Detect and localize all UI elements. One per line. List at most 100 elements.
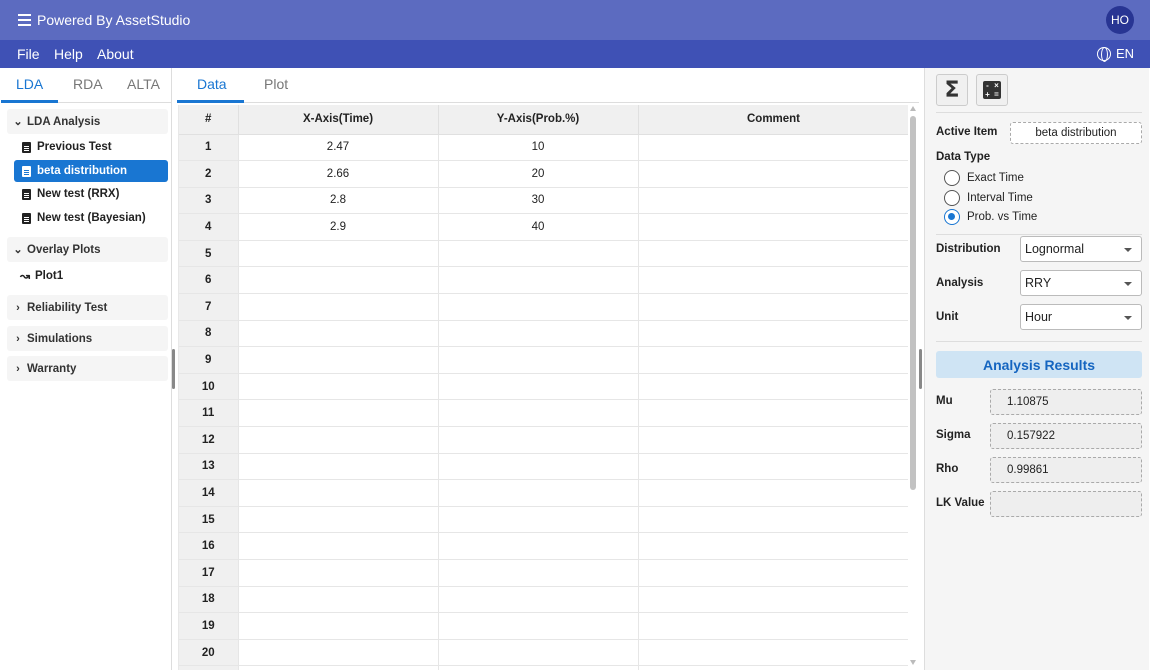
table-cell[interactable] (638, 293, 908, 321)
tree-item-beta-distribution[interactable]: beta distribution (14, 160, 168, 182)
table-cell[interactable] (438, 639, 639, 667)
table-cell[interactable] (438, 266, 639, 295)
table-cell[interactable] (638, 240, 908, 268)
table-cell[interactable]: 40 (438, 213, 639, 241)
scroll-down-icon[interactable] (910, 660, 916, 665)
table-cell[interactable] (238, 266, 439, 295)
right-splitter-handle[interactable] (919, 349, 922, 389)
tab-alta[interactable]: ALTA (127, 76, 160, 92)
tree-group-overlay-plots[interactable]: ⌄ Overlay Plots (7, 237, 168, 262)
table-cell[interactable] (638, 665, 908, 670)
table-cell[interactable] (638, 399, 908, 428)
table-cell[interactable]: 2.9 (238, 213, 439, 241)
table-cell[interactable] (438, 559, 639, 587)
column-header[interactable]: # (179, 105, 239, 135)
table-cell[interactable] (238, 453, 439, 481)
table-cell[interactable] (438, 506, 639, 534)
tab-data[interactable]: Data (197, 76, 227, 92)
tree-group-reliability-test[interactable]: › Reliability Test (7, 295, 168, 320)
table-cell[interactable] (238, 665, 439, 670)
table-cell[interactable] (638, 532, 908, 560)
table-cell[interactable] (238, 399, 439, 428)
language-selector[interactable]: EN (1097, 46, 1134, 62)
table-cell[interactable] (638, 559, 908, 587)
table-cell[interactable] (638, 346, 908, 374)
table-cell[interactable] (638, 266, 908, 295)
table-cell[interactable] (238, 559, 439, 587)
table-cell[interactable] (438, 586, 639, 614)
table-cell[interactable] (238, 639, 439, 667)
table-cell[interactable] (238, 320, 439, 348)
tree-group-lda-analysis[interactable]: ⌄ LDA Analysis (7, 109, 168, 134)
table-cell[interactable] (438, 240, 639, 268)
table-cell[interactable] (638, 453, 908, 481)
table-cell[interactable]: 30 (438, 187, 639, 215)
column-header[interactable]: X-Axis(Time) (238, 105, 439, 135)
table-cell[interactable]: 2.66 (238, 160, 439, 188)
radio-prob-vs-time[interactable]: Prob. vs Time (944, 209, 1037, 225)
table-cell[interactable] (438, 399, 639, 428)
column-header[interactable]: Comment (638, 105, 908, 135)
table-cell[interactable]: 2.8 (238, 187, 439, 215)
menu-help[interactable]: Help (54, 46, 83, 62)
menu-about[interactable]: About (97, 46, 134, 62)
tree-item-previous-test[interactable]: Previous Test (14, 136, 168, 158)
table-cell[interactable] (438, 665, 639, 670)
hamburger-menu-icon[interactable] (18, 14, 31, 26)
tree-item-new-test-bayesian[interactable]: New test (Bayesian) (14, 207, 168, 229)
table-cell[interactable] (238, 586, 439, 614)
tree-group-simulations[interactable]: › Simulations (7, 326, 168, 351)
tree-item-new-test-rrx[interactable]: New test (RRX) (14, 183, 168, 205)
analysis-select[interactable]: RRY (1020, 270, 1142, 296)
table-cell[interactable] (638, 639, 908, 667)
calculator-button[interactable]: - × + = (976, 74, 1008, 106)
table-cell[interactable] (238, 532, 439, 560)
tab-lda[interactable]: LDA (16, 76, 43, 92)
table-cell[interactable] (438, 346, 639, 374)
radio-interval-time[interactable]: Interval Time (944, 190, 1033, 206)
table-cell[interactable] (438, 320, 639, 348)
table-cell[interactable] (438, 453, 639, 481)
column-header[interactable]: Y-Axis(Prob.%) (438, 105, 639, 135)
table-cell[interactable] (638, 612, 908, 640)
table-cell[interactable] (638, 373, 908, 401)
table-cell[interactable] (638, 160, 908, 188)
table-cell[interactable] (438, 612, 639, 640)
table-cell[interactable] (238, 293, 439, 321)
table-cell[interactable] (638, 479, 908, 507)
table-cell[interactable] (238, 479, 439, 507)
table-cell[interactable] (238, 506, 439, 534)
table-cell[interactable] (638, 213, 908, 241)
user-avatar[interactable]: HO (1106, 6, 1134, 34)
table-cell[interactable] (238, 373, 439, 401)
scroll-up-icon[interactable] (910, 106, 916, 111)
tree-group-warranty[interactable]: › Warranty (7, 356, 168, 381)
table-cell[interactable]: 20 (438, 160, 639, 188)
table-cell[interactable] (238, 346, 439, 374)
tab-rda[interactable]: RDA (73, 76, 103, 92)
distribution-select[interactable]: Lognormal (1020, 236, 1142, 262)
table-cell[interactable] (438, 479, 639, 507)
table-cell[interactable]: 10 (438, 134, 639, 162)
tree-item-plot1[interactable]: ↝ Plot1 (14, 265, 168, 287)
table-cell[interactable] (638, 320, 908, 348)
unit-select[interactable]: Hour (1020, 304, 1142, 330)
table-cell[interactable] (238, 612, 439, 640)
table-cell[interactable] (438, 373, 639, 401)
table-cell[interactable]: 2.47 (238, 134, 439, 162)
menu-file[interactable]: File (17, 46, 40, 62)
table-cell[interactable] (638, 506, 908, 534)
tab-plot[interactable]: Plot (264, 76, 288, 92)
scrollbar-thumb[interactable] (910, 116, 916, 490)
table-cell[interactable] (638, 187, 908, 215)
table-cell[interactable] (438, 532, 639, 560)
table-cell[interactable] (638, 426, 908, 454)
grid-vertical-scrollbar[interactable] (908, 106, 918, 666)
radio-exact-time[interactable]: Exact Time (944, 170, 1024, 186)
table-cell[interactable] (238, 426, 439, 454)
table-cell[interactable] (638, 586, 908, 614)
left-splitter-handle[interactable] (172, 349, 175, 389)
table-cell[interactable] (438, 426, 639, 454)
sigma-button[interactable]: Σ (936, 74, 968, 106)
table-cell[interactable] (638, 134, 908, 162)
